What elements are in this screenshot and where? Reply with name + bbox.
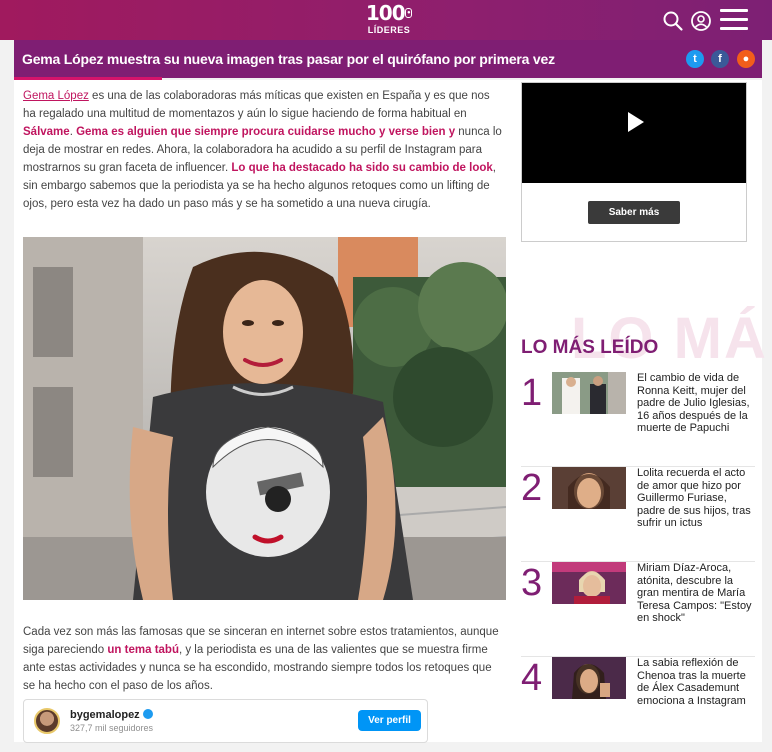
most-read-headline[interactable]: Miriam Díaz-Aroca, atónita, descubre la … — [637, 562, 755, 625]
hamburger-menu-icon[interactable] — [720, 9, 748, 31]
search-icon[interactable] — [662, 10, 684, 32]
video-screen[interactable] — [522, 83, 746, 183]
avatar[interactable] — [34, 708, 60, 734]
learn-more-button[interactable]: Saber más — [588, 201, 680, 224]
author-link[interactable]: Gema López — [23, 90, 89, 102]
article-paragraph: Cada vez son más las famosas que se sinc… — [23, 623, 505, 695]
instagram-embed: bygemalopez 327,7 mil seguidores Ver per… — [23, 699, 428, 743]
thumbnail[interactable] — [552, 562, 626, 604]
rank-number: 3 — [521, 562, 543, 604]
thumbnail[interactable] — [552, 657, 626, 699]
most-read-item-2[interactable]: 2 Lolita recuerda el acto de amor que hi… — [521, 467, 755, 562]
headline-bar: Gema López muestra su nueva imagen tras … — [14, 40, 762, 80]
thumbnail[interactable] — [552, 467, 626, 509]
top-bar: 100 • LÍDERES — [0, 0, 772, 40]
sidebar: Saber más LO MÁ LO MÁS LEÍDO 1 El cambio… — [513, 80, 766, 742]
user-icon[interactable] — [690, 10, 712, 32]
most-read-headline[interactable]: La sabia reflexión de Chenoa tras la mue… — [637, 657, 755, 707]
most-read-headline[interactable]: Lolita recuerda el acto de amor que hizo… — [637, 467, 755, 530]
article-paragraph: Gema López es una de las colaboradoras m… — [23, 87, 505, 213]
most-read-item-1[interactable]: 1 El cambio de vida de Ronna Keitt, muje… — [521, 372, 755, 467]
rank-number: 1 — [521, 372, 543, 414]
view-profile-button[interactable]: Ver perfil — [358, 710, 421, 731]
highlighted-text: Sálvame — [23, 126, 70, 138]
verified-badge-icon — [142, 709, 153, 719]
most-read-item-3[interactable]: 3 Miriam Díaz-Aroca, atónita, descubre l… — [521, 562, 755, 657]
paragraph-text: es una de las colaboradoras más míticas … — [23, 90, 490, 120]
highlighted-text: Lo que ha destacado ha sido su cambio de… — [231, 162, 493, 174]
most-read-title: LO MÁS LEÍDO — [521, 337, 659, 358]
play-icon[interactable] — [628, 112, 644, 132]
instagram-username[interactable]: bygemalopez — [70, 709, 153, 721]
rank-number: 2 — [521, 467, 543, 509]
rank-number: 4 — [521, 657, 543, 699]
video-player[interactable]: Saber más — [521, 82, 747, 242]
most-read-headline[interactable]: El cambio de vida de Ronna Keitt, mujer … — [637, 372, 755, 435]
facebook-share-icon[interactable]: f — [711, 50, 729, 68]
logo-text: LÍDERES — [367, 25, 411, 35]
article-body: Gema López es una de las colaboradoras m… — [14, 80, 513, 743]
logo-number: 100 • — [365, 1, 413, 25]
highlighted-text: Gema es alguien que siempre procura cuid… — [76, 126, 456, 138]
article-photo — [23, 237, 506, 600]
article-title: Gema López muestra su nueva imagen tras … — [22, 51, 555, 67]
site-logo[interactable]: 100 • LÍDERES — [364, 2, 414, 40]
instagram-followers: 327,7 mil seguidores — [70, 723, 154, 733]
twitter-share-icon[interactable]: t — [686, 50, 704, 68]
most-read-item-4[interactable]: 4 La sabia reflexión de Chenoa tras la m… — [521, 657, 755, 752]
highlighted-text: un tema tabú — [107, 644, 179, 656]
reddit-share-icon[interactable]: ● — [737, 50, 755, 68]
thumbnail[interactable] — [552, 372, 626, 414]
